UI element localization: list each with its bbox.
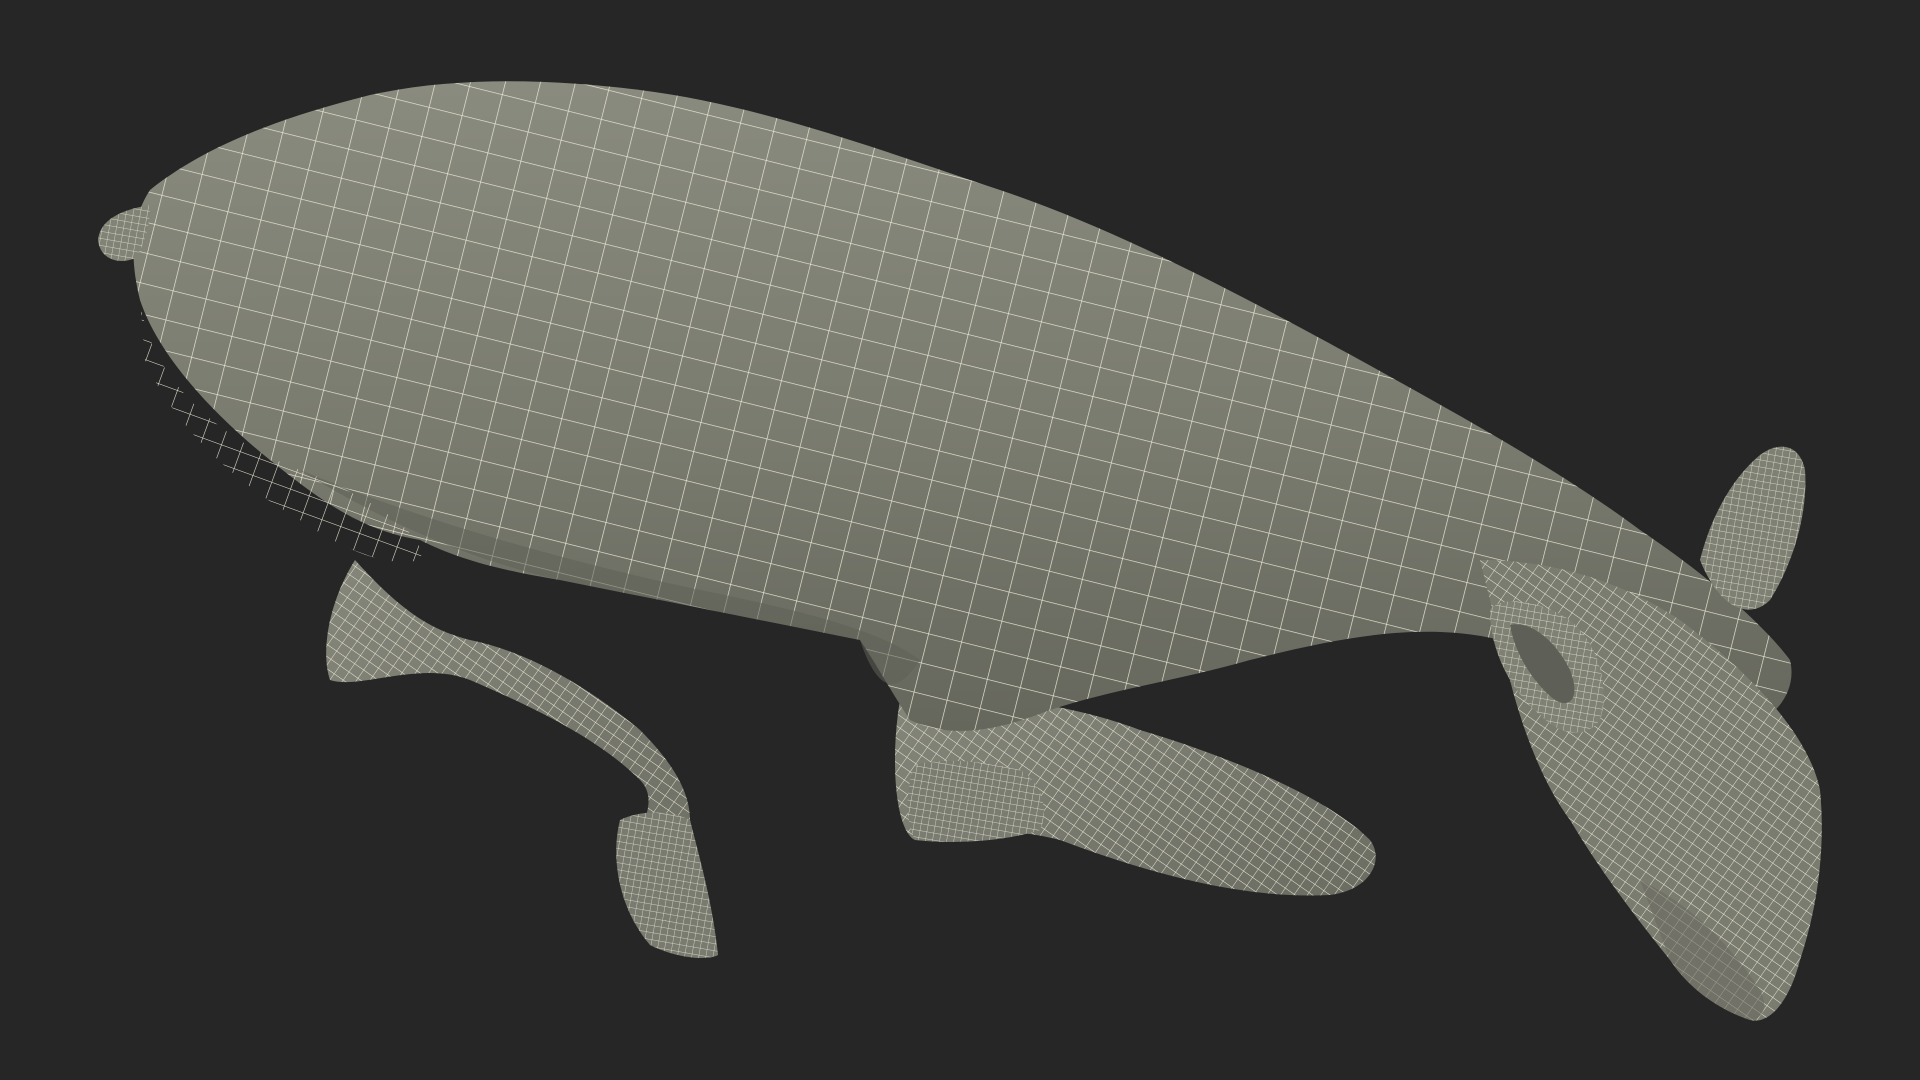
wireframe-render <box>98 81 1822 1021</box>
render-viewport <box>0 0 1920 1080</box>
hind-leg <box>326 560 718 958</box>
